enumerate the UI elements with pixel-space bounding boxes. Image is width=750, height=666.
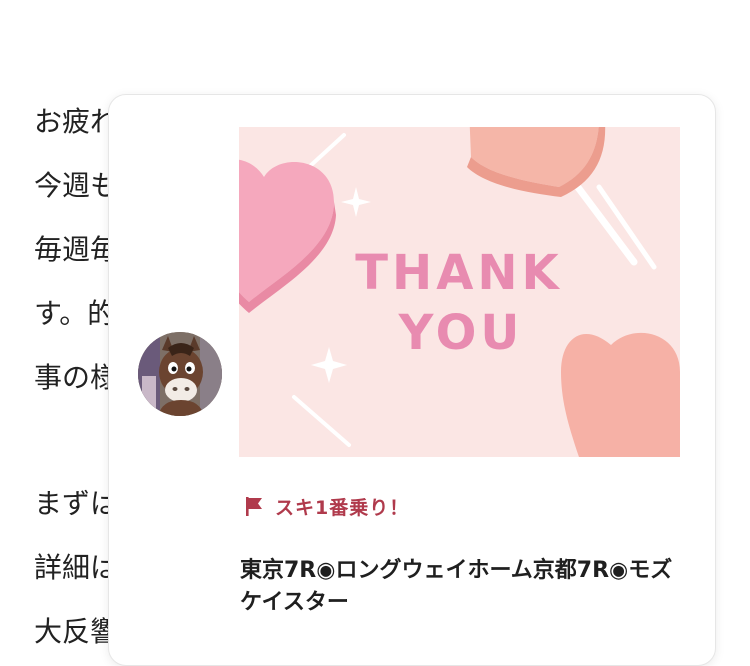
creator-avatar[interactable] bbox=[138, 332, 222, 416]
first-like-badge: スキ1番乗り！ bbox=[243, 492, 409, 520]
article-line: す。的 bbox=[34, 297, 116, 330]
article-line: 大反響 bbox=[34, 615, 119, 648]
article-line: お疲れ bbox=[34, 105, 119, 138]
article-line: 事の様 bbox=[34, 361, 119, 394]
thank-you-line-2: YOU bbox=[398, 305, 524, 361]
article-line: まずは bbox=[34, 487, 119, 520]
article-line: 詳細は bbox=[34, 551, 119, 584]
heart-bottom-right bbox=[561, 332, 680, 457]
first-like-label: スキ1番乗り！ bbox=[275, 496, 410, 519]
article-line: 毎週毎 bbox=[34, 233, 119, 266]
horse-mascot-icon bbox=[138, 332, 222, 416]
article-title[interactable]: 東京7R◉ロングウェイホーム京都7R◉モズケイスター bbox=[240, 555, 680, 619]
thank-you-illustration: THANK YOU bbox=[239, 127, 680, 457]
article-line: 今週も bbox=[34, 169, 119, 202]
thank-you-line-1: THANK bbox=[355, 245, 562, 301]
flag-icon bbox=[246, 497, 262, 516]
